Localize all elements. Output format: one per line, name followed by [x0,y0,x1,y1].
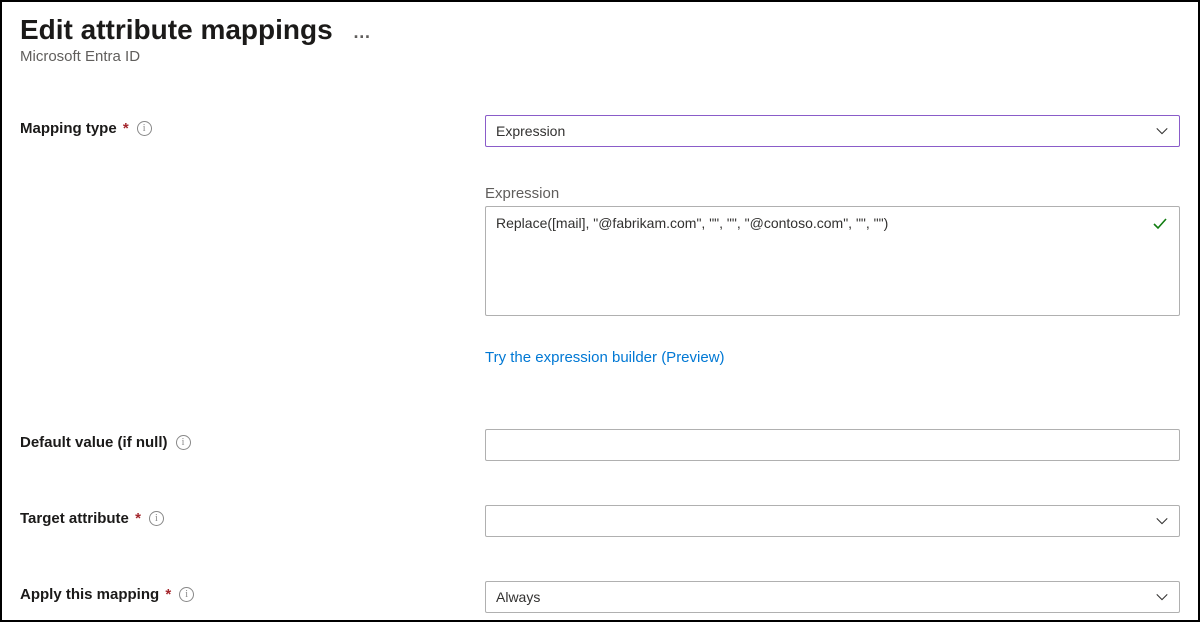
apply-mapping-select[interactable]: Always [485,581,1180,613]
page-subtitle: Microsoft Entra ID [20,48,1180,65]
chevron-down-icon [1155,124,1169,138]
expression-label: Expression [485,185,1180,202]
default-value-label: Default value (if null) [20,434,168,451]
apply-mapping-label: Apply this mapping * [20,586,171,603]
chevron-down-icon [1155,590,1169,604]
info-icon[interactable]: i [137,121,152,136]
expression-textarea[interactable] [485,206,1180,316]
chevron-down-icon [1155,514,1169,528]
expression-builder-link[interactable]: Try the expression builder (Preview) [485,349,725,366]
page-title: Edit attribute mappings [20,14,333,46]
check-icon [1152,216,1168,237]
info-icon[interactable]: i [179,587,194,602]
mapping-type-label: Mapping type * [20,120,129,137]
mapping-type-select[interactable]: Expression [485,115,1180,147]
more-icon[interactable]: … [353,22,373,43]
default-value-input[interactable] [485,429,1180,461]
target-attribute-label: Target attribute * [20,510,141,527]
info-icon[interactable]: i [176,435,191,450]
target-attribute-select[interactable] [485,505,1180,537]
info-icon[interactable]: i [149,511,164,526]
